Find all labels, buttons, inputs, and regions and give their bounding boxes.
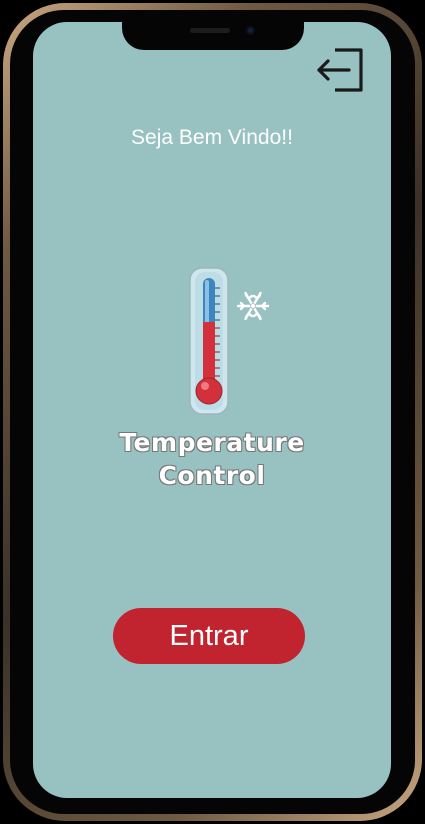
enter-button[interactable]: Entrar	[113, 608, 305, 664]
phone-notch	[122, 22, 304, 50]
snowflake-icon	[236, 291, 270, 321]
front-camera	[246, 26, 255, 35]
logout-button[interactable]	[315, 46, 367, 94]
app-title-line2: Control	[158, 461, 266, 490]
app-title: Temperature Control	[33, 426, 391, 492]
device-frame: Seja Bem Vindo!! Temperature Control Ent…	[0, 0, 425, 824]
thermometer-icon	[189, 267, 270, 415]
speaker-grille	[190, 28, 230, 33]
welcome-message: Seja Bem Vindo!!	[131, 126, 293, 149]
app-title-line1: Temperature	[119, 428, 305, 457]
logout-icon	[317, 48, 363, 92]
app-screen: Seja Bem Vindo!! Temperature Control Ent…	[33, 22, 391, 798]
